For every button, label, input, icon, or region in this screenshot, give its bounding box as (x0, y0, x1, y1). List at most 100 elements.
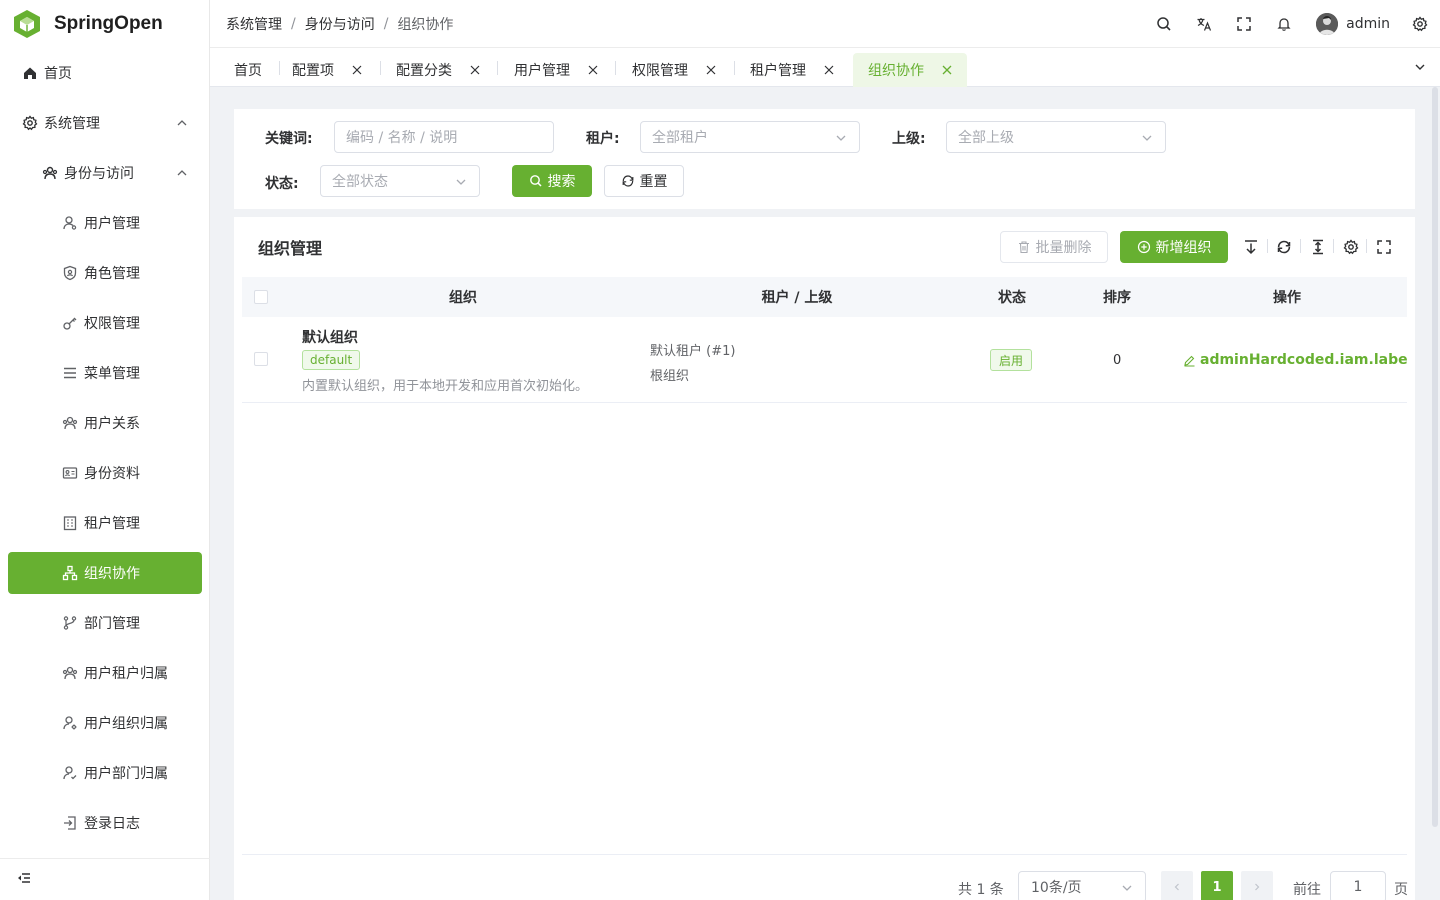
tab-user-management[interactable]: 用户管理 (514, 53, 598, 87)
column-header[interactable]: 状态 (962, 277, 1062, 317)
chevron-right-icon (1255, 883, 1260, 891)
collapse-menu-icon[interactable] (16, 870, 32, 886)
trash-icon (1018, 241, 1029, 254)
gear-icon (22, 115, 38, 131)
tab-permission-management[interactable]: 权限管理 (632, 53, 716, 87)
breadcrumb-separator: / (383, 16, 389, 32)
close-icon[interactable] (588, 65, 598, 75)
plus-circle-icon (1137, 240, 1150, 254)
breadcrumb-item[interactable]: 系统管理 (226, 14, 282, 34)
close-icon[interactable] (352, 65, 362, 75)
sidebar-item-user-org[interactable]: 用户组织归属 (8, 702, 202, 744)
sidebar-item-label: 部门管理 (84, 616, 140, 632)
sidebar-item-user-dept[interactable]: 用户部门归属 (8, 752, 202, 794)
tenant-select[interactable]: 全部租户 (640, 121, 860, 153)
next-page-button[interactable] (1241, 871, 1273, 900)
tenant-placeholder: 全部租户 (652, 130, 708, 146)
sidebar-item-roles[interactable]: 角色管理 (8, 252, 202, 294)
chevron-left-icon (1174, 883, 1179, 891)
goto-page-input[interactable]: 1 (1330, 871, 1386, 900)
sidebar-item-label: 身份与访问 (64, 166, 134, 182)
keyword-placeholder: 编码 / 名称 / 说明 (346, 130, 458, 146)
sidebar: SpringOpen 首页 系统管理 身份与访问 用户管理 角色管理 权限管理 (0, 0, 210, 900)
sidebar-item-tenants[interactable]: 租户管理 (8, 502, 202, 544)
download-icon[interactable] (1243, 239, 1259, 255)
header-actions: admin (1156, 0, 1440, 48)
username[interactable]: admin (1346, 16, 1390, 32)
edit-icon (1184, 355, 1195, 367)
org-icon (62, 565, 78, 581)
fullscreen-icon[interactable] (1236, 16, 1252, 32)
keyword-label: 关键词: (265, 131, 313, 147)
edit-action-link[interactable]: adminHardcoded.iam.labelActio (1183, 352, 1407, 368)
keyword-input[interactable]: 编码 / 名称 / 说明 (334, 121, 554, 153)
sidebar-item-menus[interactable]: 菜单管理 (8, 352, 202, 394)
tab-label: 首页 (234, 63, 262, 79)
bell-icon[interactable] (1276, 16, 1292, 32)
building-icon (63, 516, 77, 531)
id-card-icon (62, 467, 78, 479)
status-label: 状态: (265, 176, 299, 192)
refresh-icon[interactable] (1276, 239, 1292, 255)
sidebar-item-login-log[interactable]: 登录日志 (8, 802, 202, 844)
sidebar-item-permissions[interactable]: 权限管理 (8, 302, 202, 344)
page-size-select[interactable]: 10条/页 (1018, 871, 1146, 900)
close-icon[interactable] (824, 65, 834, 75)
close-icon[interactable] (706, 65, 716, 75)
tab-label: 配置分类 (396, 63, 452, 79)
batch-delete-button[interactable]: 批量删除 (1000, 231, 1108, 263)
sidebar-item-label: 组织协作 (84, 566, 140, 582)
tab-config-items[interactable]: 配置项 (292, 53, 362, 87)
status-select[interactable]: 全部状态 (320, 165, 480, 197)
tab-org-collab[interactable]: 组织协作 (853, 53, 967, 87)
logo[interactable]: SpringOpen (0, 0, 209, 48)
row-checkbox[interactable] (254, 352, 268, 366)
add-org-button[interactable]: 新增组织 (1120, 231, 1228, 263)
column-header[interactable]: 组织 (282, 277, 644, 317)
chevron-down-icon (456, 179, 466, 185)
close-icon[interactable] (942, 65, 952, 75)
sidebar-item-label: 用户组织归属 (84, 716, 168, 732)
parent-select[interactable]: 全部上级 (946, 121, 1166, 153)
sidebar-item-user-tenant[interactable]: 用户租户归属 (8, 652, 202, 694)
sidebar-item-user-relations[interactable]: 用户关系 (8, 402, 202, 444)
tab-home[interactable]: 首页 (234, 53, 262, 87)
sidebar-item-label: 系统管理 (44, 116, 100, 132)
chevron-down-icon (1142, 135, 1152, 141)
column-header[interactable]: 操作 (1177, 277, 1397, 317)
home-icon (24, 67, 36, 79)
gear-icon[interactable] (1412, 16, 1428, 32)
sidebar-item-departments[interactable]: 部门管理 (8, 602, 202, 644)
batch-delete-label: 批量删除 (1035, 240, 1092, 256)
search-button-label: 搜索 (547, 174, 576, 190)
page-number-button[interactable]: 1 (1201, 871, 1233, 900)
search-button[interactable]: 搜索 (512, 165, 592, 197)
sidebar-item-identity-profile[interactable]: 身份资料 (8, 452, 202, 494)
avatar[interactable] (1316, 13, 1339, 35)
prev-page-button[interactable] (1161, 871, 1193, 900)
sidebar-item-label: 身份资料 (84, 466, 140, 482)
reset-button[interactable]: 重置 (604, 165, 684, 197)
chevron-down-icon[interactable] (1414, 61, 1426, 73)
search-icon[interactable] (1156, 16, 1172, 32)
tab-config-categories[interactable]: 配置分类 (396, 53, 480, 87)
search-icon (529, 175, 542, 187)
pagination-total: 共 1 条 (958, 882, 1004, 898)
sidebar-item-users[interactable]: 用户管理 (8, 202, 202, 244)
breadcrumb-item[interactable]: 身份与访问 (305, 14, 375, 34)
sidebar-item-home[interactable]: 首页 (8, 52, 202, 94)
tab-tenant-management[interactable]: 租户管理 (750, 53, 834, 87)
translate-icon[interactable] (1196, 16, 1212, 32)
column-header[interactable]: 租户 / 上级 (642, 277, 952, 317)
settings-icon[interactable] (1343, 239, 1359, 255)
select-all-checkbox[interactable] (254, 290, 268, 304)
page-scrollbar[interactable] (1432, 87, 1438, 827)
close-icon[interactable] (470, 65, 480, 75)
sidebar-item-identity[interactable]: 身份与访问 (8, 152, 202, 194)
tab-divider (380, 61, 381, 75)
fullscreen-icon[interactable] (1376, 239, 1392, 255)
sidebar-item-system[interactable]: 系统管理 (8, 102, 202, 144)
column-header[interactable]: 排序 (1072, 277, 1162, 317)
sidebar-item-org-collab[interactable]: 组织协作 (8, 552, 202, 594)
column-height-icon[interactable] (1310, 239, 1326, 255)
